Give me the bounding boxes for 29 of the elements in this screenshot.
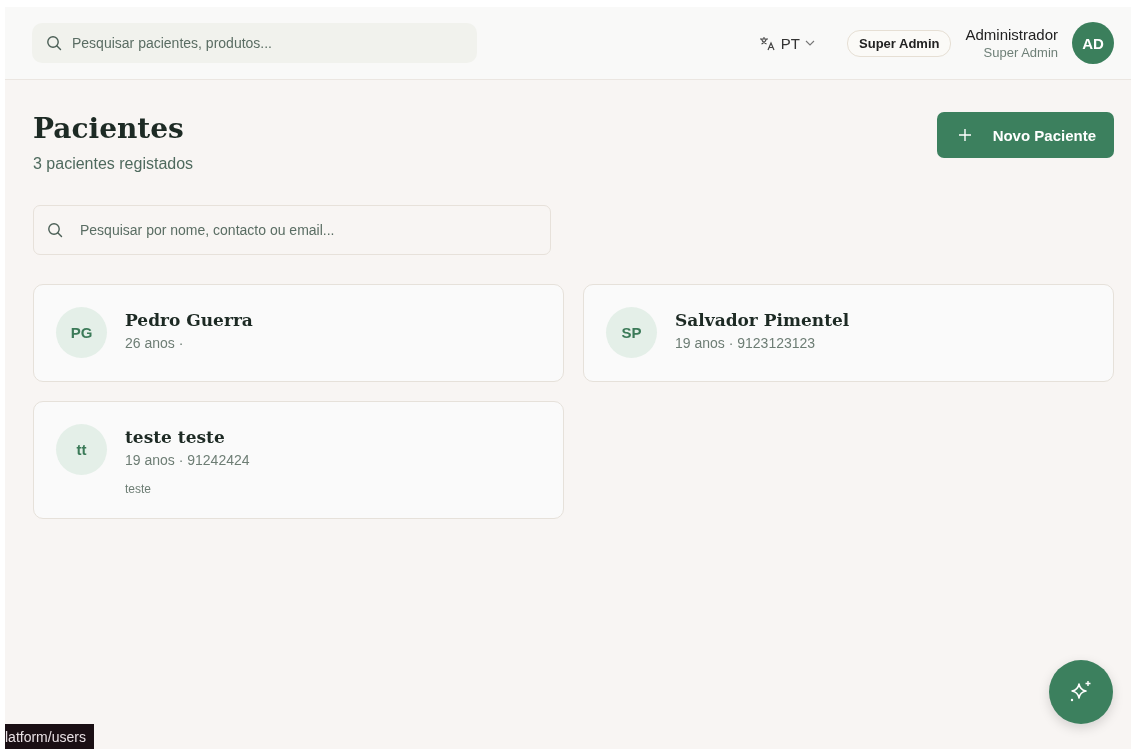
patient-card[interactable]: PG Pedro Guerra 26 anos · [33, 284, 564, 382]
patient-note: teste [125, 482, 152, 496]
patient-card[interactable]: SP Salvador Pimentel 19 anos · 9123123123 [583, 284, 1114, 382]
search-icon [46, 35, 62, 51]
patient-name: Pedro Guerra [125, 310, 253, 330]
page-subtitle: 3 pacientes registados [33, 155, 194, 173]
patient-details: 19 anos · 9123123123 [675, 335, 817, 351]
patient-initials-avatar: SP [606, 307, 657, 358]
page-title: Pacientes [33, 112, 185, 145]
search-icon [47, 222, 63, 238]
patient-initials-avatar: tt [56, 424, 107, 475]
patient-initials-avatar: PG [56, 307, 107, 358]
patient-details: 26 anos · [125, 335, 185, 351]
patient-name: Salvador Pimentel [675, 310, 850, 330]
translate-icon [758, 35, 776, 51]
global-search-field[interactable]: Pesquisar pacientes, produtos... [32, 23, 477, 63]
user-avatar[interactable]: AD [1072, 22, 1114, 64]
patient-card[interactable]: tt teste teste 19 anos · 91242424 teste [33, 401, 564, 519]
patient-details: 19 anos · 91242424 [125, 452, 250, 468]
language-selector[interactable]: PT [752, 33, 822, 53]
user-name: Administrador [965, 26, 1058, 43]
new-patient-button[interactable]: Novo Paciente [936, 112, 1114, 158]
patient-search-field[interactable]: Pesquisar por nome, contacto ou email... [33, 205, 551, 255]
patient-name: teste teste [125, 427, 226, 447]
plus-icon [958, 129, 971, 141]
status-url: latform/users [5, 724, 94, 749]
user-role: Super Admin [983, 45, 1058, 60]
role-badge: Super Admin [847, 29, 952, 57]
chevron-down-icon [805, 40, 816, 46]
